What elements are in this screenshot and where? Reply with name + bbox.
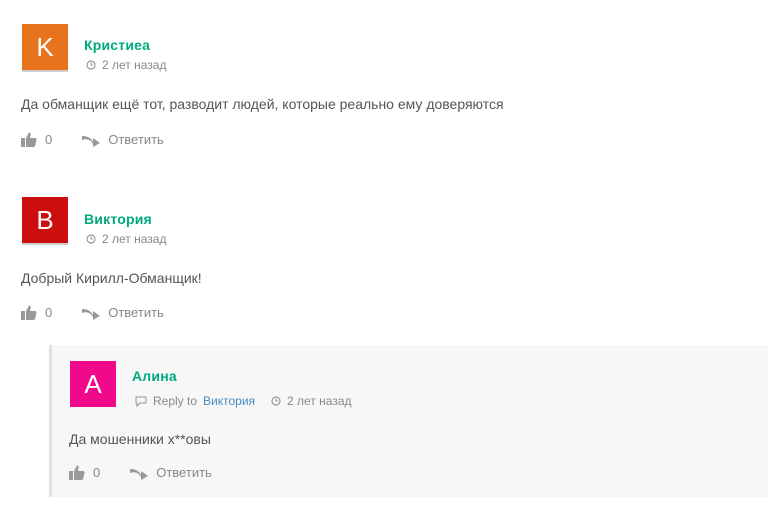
avatar: B bbox=[22, 197, 68, 243]
reply-arrow-icon bbox=[82, 135, 101, 147]
vote-up-button[interactable]: 0 bbox=[21, 132, 52, 147]
clock-icon bbox=[86, 60, 96, 70]
reply-label: Ответить bbox=[108, 305, 164, 320]
reply-button[interactable]: Ответить bbox=[130, 465, 212, 480]
comment-time[interactable]: 2 лет назад bbox=[287, 394, 351, 408]
reply-label: Ответить bbox=[108, 132, 164, 147]
comment-author[interactable]: Кристиеа bbox=[84, 37, 150, 53]
comment-actions: 0 Ответить bbox=[21, 132, 164, 147]
comment-time[interactable]: 2 лет назад bbox=[102, 232, 166, 246]
reply-to-link[interactable]: Виктория bbox=[203, 394, 255, 408]
comment-actions: 0 Ответить bbox=[69, 465, 212, 480]
vote-count: 0 bbox=[45, 132, 53, 147]
thumbs-up-icon bbox=[21, 305, 37, 320]
clock-icon bbox=[86, 234, 96, 244]
vote-up-button[interactable]: 0 bbox=[21, 305, 52, 320]
comment-meta: 2 лет назад bbox=[86, 232, 166, 246]
comment-actions: 0 Ответить bbox=[21, 305, 164, 320]
reply-arrow-icon bbox=[130, 468, 149, 480]
reply-arrow-icon bbox=[82, 308, 101, 320]
comment-meta: Reply to Виктория 2 лет назад bbox=[135, 394, 352, 408]
vote-up-button[interactable]: 0 bbox=[69, 465, 100, 480]
vote-count: 0 bbox=[93, 465, 101, 480]
comment-meta: 2 лет назад bbox=[86, 58, 166, 72]
comment-text: Да обманщик ещё тот, разводит людей, кот… bbox=[21, 96, 504, 112]
avatar: K bbox=[22, 24, 68, 70]
reply-button[interactable]: Ответить bbox=[82, 132, 164, 147]
comment-author[interactable]: Алина bbox=[132, 368, 177, 384]
vote-count: 0 bbox=[45, 305, 53, 320]
avatar: A bbox=[70, 361, 116, 407]
comment-time[interactable]: 2 лет назад bbox=[102, 58, 166, 72]
comment-text: Да мошенники х**овы bbox=[69, 431, 211, 447]
comment-text: Добрый Кирилл-Обманщик! bbox=[21, 270, 202, 286]
comment-author[interactable]: Виктория bbox=[84, 211, 152, 227]
thumbs-up-icon bbox=[21, 132, 37, 147]
clock-icon bbox=[271, 396, 281, 406]
reply-button[interactable]: Ответить bbox=[82, 305, 164, 320]
thumbs-up-icon bbox=[69, 465, 85, 480]
nested-reply: A Алина Reply to Виктория 2 лет назад Да… bbox=[49, 345, 768, 497]
comment-bubble-icon bbox=[135, 395, 147, 407]
reply-to-label: Reply to bbox=[153, 394, 198, 408]
reply-label: Ответить bbox=[156, 465, 212, 480]
